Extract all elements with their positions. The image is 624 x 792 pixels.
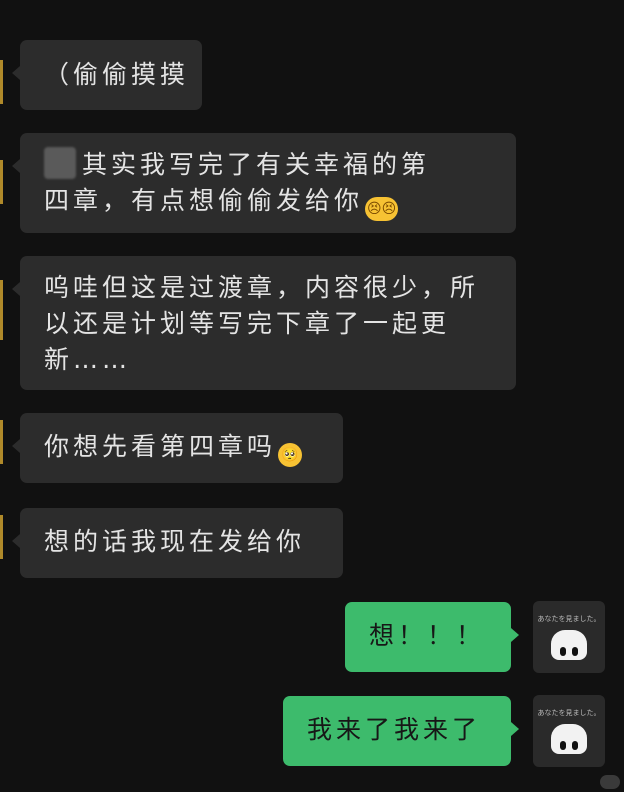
message-text: 想！！！ xyxy=(369,621,486,650)
persevering-face-emoji-icon: 😣😣 xyxy=(365,197,399,221)
message-bubble-outgoing[interactable]: 想！！！ xyxy=(345,602,519,672)
avatar-caption: あなたを見ました。 xyxy=(537,709,601,717)
message-text: 我来了我来了 xyxy=(307,715,482,744)
sticker-thumbnail-icon[interactable] xyxy=(44,147,76,179)
message-text: 四章，有点想偷偷发给你 xyxy=(44,186,364,215)
ghost-avatar-icon xyxy=(551,630,587,660)
message-bubble-incoming[interactable]: 呜哇但这是过渡章，内容很少，所 以还是计划等写完下章了一起更 新…… xyxy=(12,256,516,390)
message-text: 其实我写完了有关幸福的第 xyxy=(82,150,431,179)
message-bubble-outgoing[interactable]: 我来了我来了 xyxy=(283,696,519,766)
message-text: 你想先看第四章吗 xyxy=(44,432,277,461)
edge-indicator xyxy=(0,160,3,204)
user-avatar[interactable]: あなたを見ました。 xyxy=(533,601,605,673)
user-avatar[interactable]: あなたを見ました。 xyxy=(533,695,605,767)
chat-view: （偷偷摸摸 其实我写完了有关幸福的第 四章，有点想偷偷发给你 😣😣 呜哇但这是过渡… xyxy=(0,0,624,792)
message-line: 以还是计划等写完下章了一起更 xyxy=(44,309,451,338)
message-line: 四章，有点想偷偷发给你 😣😣 xyxy=(44,183,516,221)
message-bubble-incoming[interactable]: （偷偷摸摸 xyxy=(12,40,202,110)
edge-indicator xyxy=(0,420,3,464)
message-text: （偷偷摸摸 xyxy=(44,60,190,89)
message-bubble-incoming[interactable]: 想的话我现在发给你 xyxy=(12,508,343,578)
edge-indicator xyxy=(0,60,3,104)
message-text: 想的话我现在发给你 xyxy=(44,527,306,556)
message-line: 新…… xyxy=(44,345,132,374)
pleading-face-emoji-icon: 🥺 xyxy=(278,443,303,467)
message-line: 呜哇但这是过渡章，内容很少，所 xyxy=(44,273,480,302)
ghost-avatar-icon xyxy=(551,724,587,754)
message-line: 其实我写完了有关幸福的第 xyxy=(44,147,516,183)
message-bubble-incoming[interactable]: 你想先看第四章吗 🥺 xyxy=(12,413,343,483)
avatar-caption: あなたを見ました。 xyxy=(537,615,601,623)
edge-indicator xyxy=(0,515,3,559)
watermark-icon xyxy=(600,775,620,789)
edge-indicator xyxy=(0,280,3,340)
message-bubble-incoming[interactable]: 其实我写完了有关幸福的第 四章，有点想偷偷发给你 😣😣 xyxy=(12,133,516,233)
